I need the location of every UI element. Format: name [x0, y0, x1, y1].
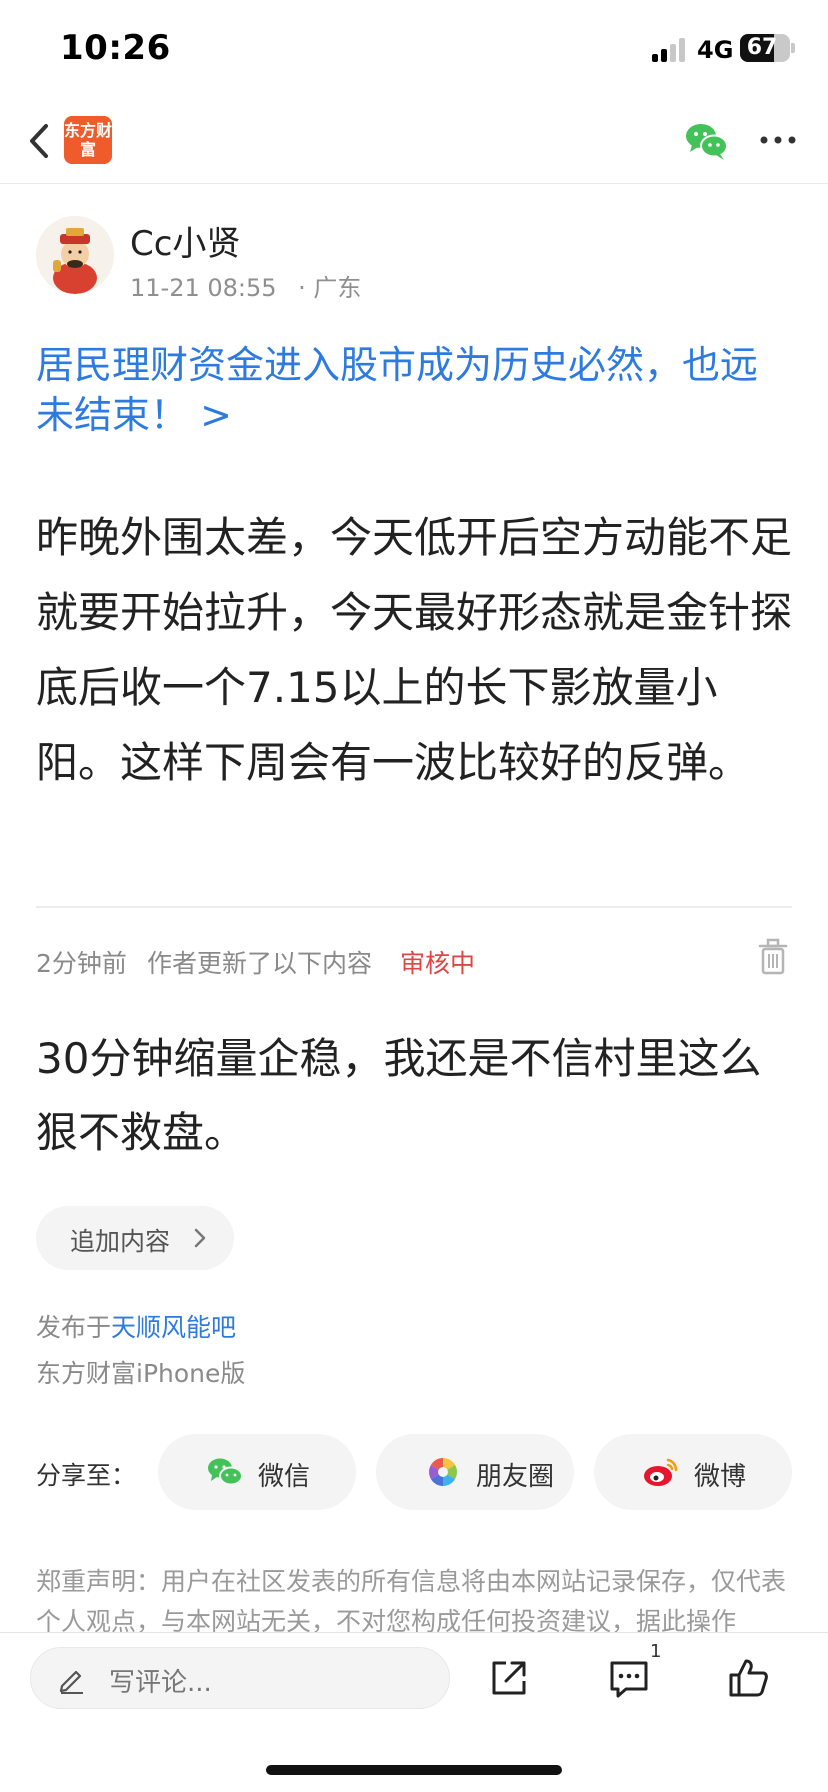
forum-link[interactable]: 天顺风能吧 [111, 1313, 236, 1342]
append-content-label: 追加内容 [70, 1227, 171, 1256]
author-header: Cc小贤 11-21 08:55 · 广东 [36, 212, 796, 302]
delete-button[interactable] [758, 938, 788, 976]
review-status-badge: 审核中 [400, 949, 476, 978]
network-type: 4G [697, 36, 734, 64]
share-wechat-button[interactable]: 微信 [158, 1434, 356, 1510]
status-bar: 10:26 4G 67 [0, 0, 828, 100]
like-icon [729, 1659, 768, 1697]
update-body: 30分钟缩量企稳，我还是不信村里这么狠不救盘。 [36, 1034, 762, 1157]
author-name[interactable]: Cc小贤 [130, 216, 240, 265]
moments-icon [429, 1458, 457, 1486]
weibo-icon [644, 1458, 678, 1486]
post-link-title[interactable]: 居民理财资金进入股市成为历史必然，也远未结束！ > [36, 340, 776, 440]
wechat-icon [686, 124, 728, 160]
append-content-button[interactable]: 追加内容 [36, 1206, 234, 1270]
chevron-right-icon [194, 1228, 206, 1248]
signal-strength-icon [652, 36, 688, 62]
post-location: · 广东 [298, 274, 362, 302]
avatar[interactable] [36, 216, 114, 294]
wechat-icon [208, 1458, 243, 1486]
comment-icon [610, 1661, 648, 1698]
platform-label: 东方财富iPhone版 [36, 1359, 246, 1388]
bottom-action-bar: 写评论... 1 [0, 1632, 828, 1792]
share-moments-button[interactable]: 朋友圈 [376, 1434, 574, 1510]
share-weibo-label: 微博 [694, 1462, 747, 1492]
share-out-icon [492, 1661, 526, 1695]
battery-cap [791, 43, 795, 53]
back-button[interactable] [22, 116, 62, 166]
publish-prefix: 发布于 [36, 1313, 112, 1342]
post-body: 昨晚外围太差，今天低开后空方动能不足就要开始拉升，今天最好形态就是金针探底后收一… [36, 513, 793, 787]
battery-level: 67 [746, 35, 778, 60]
comment-placeholder: 写评论... [109, 1668, 212, 1698]
more-button[interactable] [758, 120, 798, 160]
share-out-button[interactable] [486, 1655, 532, 1701]
share-weibo-button[interactable]: 微博 [594, 1434, 792, 1510]
share-wechat-label: 微信 [258, 1462, 311, 1492]
trash-icon [758, 938, 788, 975]
status-time: 10:26 [60, 28, 171, 68]
comment-count: 1 [650, 1641, 662, 1662]
post-time: 11-21 08:55 [130, 274, 277, 302]
disclaimer: 郑重声明：用户在社区发表的所有信息将由本网站记录保存，仅代表个人观点，与本网站无… [36, 1567, 787, 1632]
comment-button[interactable] [606, 1655, 652, 1701]
home-indicator[interactable] [266, 1765, 562, 1775]
like-button[interactable] [726, 1655, 772, 1701]
comment-input[interactable]: 写评论... [30, 1647, 450, 1709]
publish-info: 发布于天顺风能吧 [36, 1308, 236, 1344]
share-row: 分享至： 微信 朋友圈 微博 [36, 1434, 796, 1510]
update-note: 作者更新了以下内容 [147, 949, 373, 978]
back-arrow-icon [30, 124, 48, 158]
battery-icon: 67 [740, 34, 790, 62]
nav-bar: 东方财富 [0, 100, 828, 184]
update-header: 2分钟前 作者更新了以下内容 审核中 [36, 938, 796, 984]
pen-icon [59, 1670, 83, 1694]
post-meta: 11-21 08:55 · 广东 [130, 268, 361, 303]
wechat-share-button[interactable] [684, 118, 730, 164]
divider [36, 906, 792, 908]
update-time: 2分钟前 [36, 949, 127, 978]
avatar-image [36, 216, 114, 294]
app-logo[interactable]: 东方财富 [64, 116, 112, 164]
share-moments-label: 朋友圈 [476, 1462, 555, 1492]
more-icon [760, 136, 796, 144]
share-label: 分享至： [36, 1461, 137, 1490]
